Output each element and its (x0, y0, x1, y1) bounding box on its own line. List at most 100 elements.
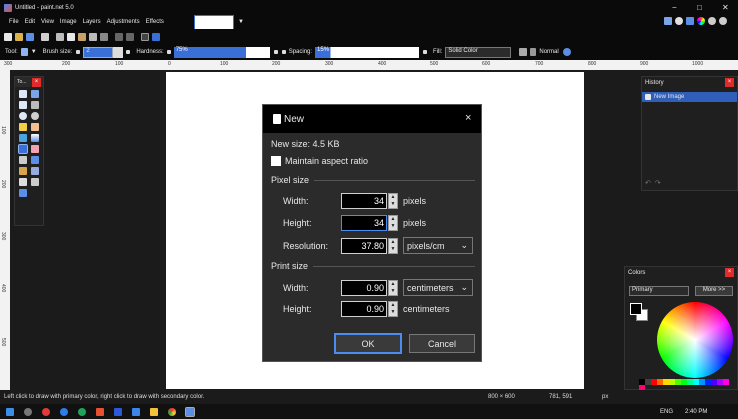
move-selection-tool-icon[interactable] (31, 101, 39, 109)
settings-tools-icon[interactable] (664, 17, 672, 25)
paint-bucket-tool-icon[interactable] (19, 134, 27, 142)
menu-edit[interactable]: Edit (25, 19, 35, 25)
taskbar-app-icon[interactable] (78, 407, 86, 416)
print-width-spinner[interactable]: ▲ ▼ (388, 279, 398, 296)
clone-stamp-tool-icon[interactable] (19, 167, 27, 175)
color-wheel[interactable] (657, 302, 733, 378)
history-panel-close-icon[interactable]: × (725, 78, 734, 87)
layers-toggle-icon[interactable] (686, 17, 694, 25)
hardness-increase-icon[interactable] (273, 50, 278, 54)
paintbrush-tool-icon[interactable] (18, 144, 28, 154)
text-tool-icon[interactable] (19, 178, 27, 186)
spacing-slider[interactable]: 15% (315, 46, 420, 58)
cancel-button[interactable]: Cancel (409, 334, 475, 353)
chrome-icon[interactable] (168, 407, 176, 416)
alpha-blending-icon[interactable] (562, 48, 571, 56)
print-width-unit-select[interactable]: centimeters ⌄ (403, 279, 473, 296)
minimize-button[interactable]: − (672, 3, 677, 12)
height-input[interactable]: 34 (341, 215, 387, 231)
history-toggle-icon[interactable] (675, 17, 683, 25)
spacing-increase-icon[interactable] (423, 50, 428, 54)
taskbar-app-icon[interactable] (114, 407, 122, 416)
windows-start-icon[interactable] (6, 407, 14, 416)
print-width-input[interactable]: 0.90 (341, 279, 387, 296)
brush-size-decrease-icon[interactable] (76, 50, 81, 54)
open-file-icon[interactable] (15, 32, 23, 41)
antialiasing-icon[interactable] (519, 48, 528, 56)
paintbrush-tool-icon[interactable] (20, 48, 28, 56)
print-height-spinner[interactable]: ▲ ▼ (388, 301, 398, 317)
menu-adjustments[interactable]: Adjustments (107, 19, 140, 25)
width-spinner[interactable]: ▲ ▼ (388, 193, 398, 209)
zoom-tool-icon[interactable] (31, 112, 39, 120)
menu-view[interactable]: View (41, 19, 54, 25)
fill-select[interactable]: Solid Color (445, 46, 512, 58)
language-indicator[interactable]: ENG (660, 409, 673, 415)
history-item[interactable]: New Image (642, 92, 737, 102)
maximize-button[interactable]: □ (697, 3, 702, 12)
gradient-tool-icon[interactable] (31, 134, 39, 142)
clock[interactable]: 2:40 PM (685, 409, 707, 415)
undo-icon[interactable] (115, 32, 123, 41)
paste-icon[interactable] (78, 32, 86, 41)
dialog-close-icon[interactable]: × (465, 112, 471, 124)
pencil-tool-icon[interactable] (19, 156, 27, 164)
maintain-aspect-checkbox[interactable] (271, 156, 281, 166)
redo-icon[interactable] (126, 32, 134, 41)
history-redo-icon[interactable]: ↷ (655, 179, 661, 187)
magic-wand-tool-icon[interactable] (19, 123, 27, 131)
print-icon[interactable] (41, 32, 49, 41)
new-file-icon[interactable] (4, 32, 12, 41)
move-selected-tool-icon[interactable] (31, 90, 39, 98)
ruler-toggle-icon[interactable] (152, 32, 160, 41)
brush-size-input[interactable]: 2 (83, 46, 114, 58)
help-icon[interactable] (719, 17, 727, 25)
save-icon[interactable] (26, 32, 34, 41)
colors-toggle-icon[interactable] (697, 17, 705, 25)
thumbnail-dropdown-icon[interactable]: ▼ (238, 19, 244, 25)
menu-file[interactable]: File (9, 19, 19, 25)
colors-panel-close-icon[interactable]: × (725, 268, 734, 277)
resolution-unit-select[interactable]: pixels/cm ⌄ (403, 237, 473, 254)
print-height-input[interactable]: 0.90 (341, 301, 387, 317)
close-button[interactable]: ✕ (722, 3, 729, 12)
grid-icon[interactable] (141, 32, 149, 41)
shapes-tool-icon[interactable] (19, 189, 27, 197)
search-icon[interactable] (24, 407, 32, 416)
blend-mode-select[interactable]: Normal (539, 49, 558, 55)
resolution-spinner[interactable]: ▲ ▼ (388, 237, 398, 254)
file-explorer-icon[interactable] (150, 407, 158, 416)
resolution-input[interactable]: 37.80 (341, 237, 387, 254)
copy-icon[interactable] (67, 32, 75, 41)
taskbar-app-icon[interactable] (60, 407, 68, 416)
menu-effects[interactable]: Effects (146, 19, 164, 25)
color-selector-dropdown[interactable]: Primary (629, 286, 689, 296)
menu-image[interactable]: Image (60, 19, 77, 25)
width-input[interactable]: 34 (341, 193, 387, 209)
eraser-tool-icon[interactable] (31, 145, 39, 153)
more-colors-button[interactable]: More >> (695, 286, 733, 296)
recolor-tool-icon[interactable] (31, 167, 39, 175)
deselect-icon[interactable] (100, 32, 108, 41)
tools-panel-close-icon[interactable]: × (32, 77, 41, 87)
settings-gear-icon[interactable] (708, 17, 716, 25)
unit-select[interactable]: px (602, 394, 608, 400)
brush-size-dropdown[interactable] (113, 46, 124, 58)
crop-icon[interactable] (89, 32, 97, 41)
hardness-slider[interactable]: 75% (173, 46, 270, 58)
ok-button[interactable]: OK (334, 333, 402, 354)
brush-size-increase-icon[interactable] (126, 50, 131, 54)
taskbar-app-icon[interactable] (132, 407, 140, 416)
paintnet-taskbar-icon[interactable] (185, 406, 195, 417)
ellipse-select-tool-icon[interactable] (19, 112, 27, 120)
hardness-decrease-icon[interactable] (166, 50, 171, 54)
lasso-select-tool-icon[interactable] (19, 101, 27, 109)
taskbar-app-icon[interactable] (96, 407, 104, 416)
spacing-decrease-icon[interactable] (281, 50, 286, 54)
pan-tool-icon[interactable] (31, 123, 39, 131)
line-curve-tool-icon[interactable] (31, 178, 39, 186)
primary-color-swatch[interactable] (630, 303, 642, 315)
history-undo-icon[interactable]: ↶ (645, 179, 651, 187)
color-picker-tool-icon[interactable] (31, 156, 39, 164)
taskbar-app-icon[interactable] (42, 407, 50, 416)
